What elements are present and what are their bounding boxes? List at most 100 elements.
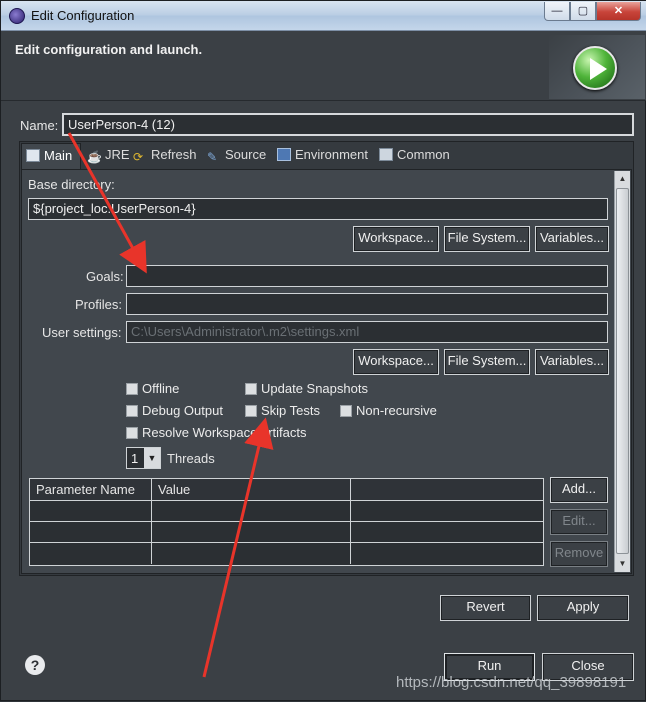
skip-tests-label: Skip Tests [261, 403, 321, 418]
non-recursive-label: Non-recursive [356, 403, 437, 418]
workspace-button[interactable]: Workspace... [353, 226, 439, 252]
table-row[interactable] [30, 501, 543, 522]
watermark-text: https://blog.csdn.net/qq_39898191 [396, 674, 627, 691]
debug-output-checkbox[interactable]: Debug Output [126, 403, 223, 421]
table-row[interactable] [30, 522, 543, 543]
close-window-button[interactable]: ✕ [596, 2, 641, 21]
workspace-button-2-label: Workspace... [358, 353, 434, 368]
variables-button-label: Variables... [539, 230, 605, 245]
profiles-label: Profiles: [75, 297, 122, 312]
table-cell[interactable] [30, 522, 152, 543]
revert-button[interactable]: Revert [440, 595, 531, 621]
file-system-button-2[interactable]: File System... [444, 349, 530, 375]
remove-button-label: Remove [554, 545, 604, 560]
profiles-input[interactable] [126, 293, 608, 315]
table-cell[interactable] [30, 543, 152, 564]
tab-main[interactable]: Main [21, 143, 81, 169]
add-parameter-button[interactable]: Add... [550, 477, 608, 503]
checkbox-box [126, 383, 138, 395]
checkbox-box [340, 405, 352, 417]
tab-refresh[interactable]: ⟳ Refresh [129, 143, 203, 169]
file-system-button-label: File System... [447, 230, 527, 245]
refresh-icon: ⟳ [133, 150, 144, 164]
chevron-down-icon[interactable]: ▼ [144, 448, 160, 468]
parameter-table[interactable]: Parameter Name Value [29, 478, 544, 566]
checkbox-box [126, 405, 138, 417]
threads-value: 1 [131, 451, 139, 466]
file-system-button-2-label: File System... [447, 353, 527, 368]
table-header-value[interactable]: Value [152, 479, 351, 501]
title-bar[interactable]: Edit Configuration — ▢ ✕ [1, 1, 646, 31]
table-cell[interactable] [152, 522, 351, 543]
offline-checkbox[interactable]: Offline [126, 381, 179, 399]
edit-configuration-dialog: Edit Configuration — ▢ ✕ Edit configurat… [0, 0, 646, 701]
name-input[interactable]: UserPerson-4 (12) [62, 113, 634, 136]
dialog-heading: Edit configuration and launch. [15, 42, 203, 57]
tab-jre-label: JRE [105, 147, 130, 162]
source-icon: ✎ [207, 150, 218, 164]
workspace-button-label: Workspace... [358, 230, 434, 245]
table-cell[interactable] [152, 543, 351, 564]
tab-source[interactable]: ✎ Source [203, 143, 272, 169]
workspace-button-2[interactable]: Workspace... [353, 349, 439, 375]
tab-main-label: Main [44, 148, 73, 163]
variables-button[interactable]: Variables... [535, 226, 609, 252]
variables-button-2[interactable]: Variables... [535, 349, 609, 375]
environment-icon [277, 148, 291, 161]
threads-label: Threads [167, 451, 215, 466]
non-recursive-checkbox[interactable]: Non-recursive [340, 403, 437, 421]
table-cell[interactable] [30, 501, 152, 522]
table-cell[interactable] [152, 501, 351, 522]
edit-parameter-button[interactable]: Edit... [550, 509, 608, 535]
common-icon [379, 148, 393, 161]
goals-input[interactable] [126, 265, 608, 287]
run-button-label: Run [477, 658, 502, 673]
vertical-scrollbar[interactable]: ▲ ▼ [614, 171, 630, 572]
help-icon[interactable]: ? [25, 655, 45, 675]
launch-run-icon [573, 46, 617, 90]
maximize-button[interactable]: ▢ [570, 2, 596, 21]
remove-parameter-button[interactable]: Remove [550, 541, 608, 567]
goals-label: Goals: [86, 269, 124, 284]
checkbox-box [245, 405, 257, 417]
tab-environment-label: Environment [295, 147, 368, 162]
resolve-workspace-checkbox[interactable]: Resolve Workspace artifacts [126, 425, 307, 443]
skip-tests-checkbox[interactable]: Skip Tests [245, 403, 320, 421]
scroll-down-icon[interactable]: ▼ [615, 556, 630, 572]
jre-icon: ☕ [87, 150, 102, 164]
tab-jre[interactable]: ☕ JRE [83, 143, 136, 169]
scrollbar-thumb[interactable] [616, 188, 629, 554]
offline-label: Offline [142, 381, 180, 396]
debug-output-label: Debug Output [142, 403, 223, 418]
tab-refresh-label: Refresh [151, 147, 197, 162]
dialog-header: Edit configuration and launch. [1, 31, 646, 101]
file-system-button[interactable]: File System... [444, 226, 530, 252]
eclipse-app-icon [9, 8, 25, 24]
close-button-label: Close [571, 658, 605, 673]
table-header-blank [351, 479, 543, 501]
resolve-workspace-label: Resolve Workspace artifacts [142, 425, 307, 440]
apply-button[interactable]: Apply [537, 595, 629, 621]
tab-common[interactable]: Common [375, 143, 456, 169]
update-snapshots-label: Update Snapshots [261, 381, 368, 396]
name-label: Name: [20, 118, 59, 133]
tab-environment[interactable]: Environment [273, 143, 374, 169]
main-tab-icon [26, 149, 40, 162]
threads-select[interactable]: 1 ▼ [126, 447, 161, 469]
apply-button-label: Apply [566, 599, 600, 614]
table-row[interactable] [30, 543, 543, 564]
user-settings-input[interactable]: C:\Users\Administrator\.m2\settings.xml [126, 321, 608, 343]
tab-common-label: Common [397, 147, 450, 162]
checkbox-box [126, 427, 138, 439]
window-title: Edit Configuration [31, 8, 135, 23]
scroll-up-icon[interactable]: ▲ [615, 171, 630, 187]
add-button-label: Add... [562, 481, 596, 496]
table-header-parameter-name[interactable]: Parameter Name [30, 479, 152, 501]
checkbox-box [245, 383, 257, 395]
update-snapshots-checkbox[interactable]: Update Snapshots [245, 381, 368, 399]
user-settings-label: User settings: [42, 325, 122, 340]
minimize-button[interactable]: — [544, 2, 570, 21]
edit-button-label: Edit... [562, 513, 596, 528]
base-directory-label: Base directory: [28, 177, 115, 192]
base-directory-input[interactable]: ${project_loc:UserPerson-4} [28, 198, 608, 220]
